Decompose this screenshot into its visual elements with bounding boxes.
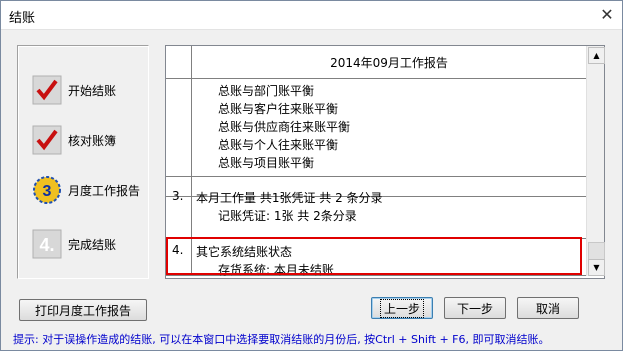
close-button[interactable]: ✕ bbox=[598, 4, 616, 24]
number-3-icon: 3 bbox=[32, 175, 62, 205]
next-step-label: 下一步 bbox=[456, 301, 493, 316]
report-line: 总账与项目账平衡 bbox=[218, 156, 315, 170]
scroll-down-button[interactable]: ▼ bbox=[588, 259, 605, 276]
print-report-label: 打印月度工作报告 bbox=[34, 303, 131, 318]
vertical-scrollbar[interactable]: ▲ ▼ bbox=[586, 46, 605, 276]
svg-text:3: 3 bbox=[43, 183, 52, 200]
prev-step-label: 上一步 bbox=[379, 298, 425, 318]
scroll-up-button[interactable]: ▲ bbox=[588, 47, 605, 64]
hint-text: 提示: 对于误操作造成的结账, 可以在本窗口中选择要取消结账的月份后, 按Ctr… bbox=[13, 333, 550, 346]
row-divider bbox=[166, 78, 586, 79]
report-title: 2014年09月工作报告 bbox=[330, 56, 448, 70]
step-check-ledger[interactable]: 核对账簿 bbox=[32, 120, 152, 160]
step-finish[interactable]: 4. 完成结账 bbox=[32, 224, 152, 264]
step-start-close[interactable]: 开始结账 bbox=[32, 70, 152, 110]
scroll-thumb[interactable] bbox=[588, 242, 605, 260]
report-line-number: 3. bbox=[172, 189, 184, 203]
report-line-number: 4. bbox=[172, 243, 184, 257]
column-divider bbox=[191, 46, 192, 276]
report-line: 本月工作量 共1张凭证 共 2 条分录 bbox=[196, 191, 383, 205]
number-4-gray-icon: 4. bbox=[32, 229, 62, 259]
window-title: 结账 bbox=[9, 11, 36, 26]
report-line: 总账与部门账平衡 bbox=[218, 84, 315, 98]
monthly-report-view[interactable]: 2014年09月工作报告 总账与部门账平衡 总账与客户往来账平衡 总账与供应商往… bbox=[165, 45, 605, 279]
steps-panel: 开始结账 核对账簿 3 月度工作报告 4. 完成结账 bbox=[17, 45, 149, 279]
checkmark-red-icon bbox=[32, 125, 62, 155]
report-line: 其它系统结账状态 bbox=[196, 245, 293, 259]
close-icon: ✕ bbox=[600, 4, 614, 24]
title-bar: 结账 ✕ bbox=[1, 1, 622, 30]
row-divider bbox=[166, 176, 586, 177]
step-monthly-report[interactable]: 3 月度工作报告 bbox=[32, 170, 152, 210]
report-line: 记账凭证: 1张 共 2条分录 bbox=[218, 209, 357, 223]
svg-text:4.: 4. bbox=[39, 235, 54, 255]
step-label: 完成结账 bbox=[68, 237, 117, 252]
close-period-dialog: 结账 ✕ 开始结账 核对账簿 3 月度工作报告 4. 完成结账 2014年09月… bbox=[0, 0, 623, 351]
cancel-button[interactable]: 取消 bbox=[517, 297, 579, 319]
report-content: 2014年09月工作报告 总账与部门账平衡 总账与客户往来账平衡 总账与供应商往… bbox=[166, 46, 586, 276]
report-line: 存货系统: 本月未结账 bbox=[218, 263, 334, 276]
triangle-up-icon: ▲ bbox=[593, 51, 600, 60]
triangle-down-icon: ▼ bbox=[593, 263, 600, 272]
step-label: 月度工作报告 bbox=[68, 183, 141, 198]
prev-step-button[interactable]: 上一步 bbox=[371, 297, 433, 319]
report-line: 总账与个人往来账平衡 bbox=[218, 138, 339, 152]
print-report-button[interactable]: 打印月度工作报告 bbox=[19, 299, 147, 321]
step-label: 开始结账 bbox=[68, 83, 117, 98]
row-divider bbox=[166, 238, 586, 239]
next-step-button[interactable]: 下一步 bbox=[444, 297, 506, 319]
cancel-label: 取消 bbox=[535, 301, 560, 316]
report-line: 总账与客户往来账平衡 bbox=[218, 102, 339, 116]
report-line: 总账与供应商往来账平衡 bbox=[218, 120, 351, 134]
step-label: 核对账簿 bbox=[68, 133, 117, 148]
checkmark-red-icon bbox=[32, 75, 62, 105]
